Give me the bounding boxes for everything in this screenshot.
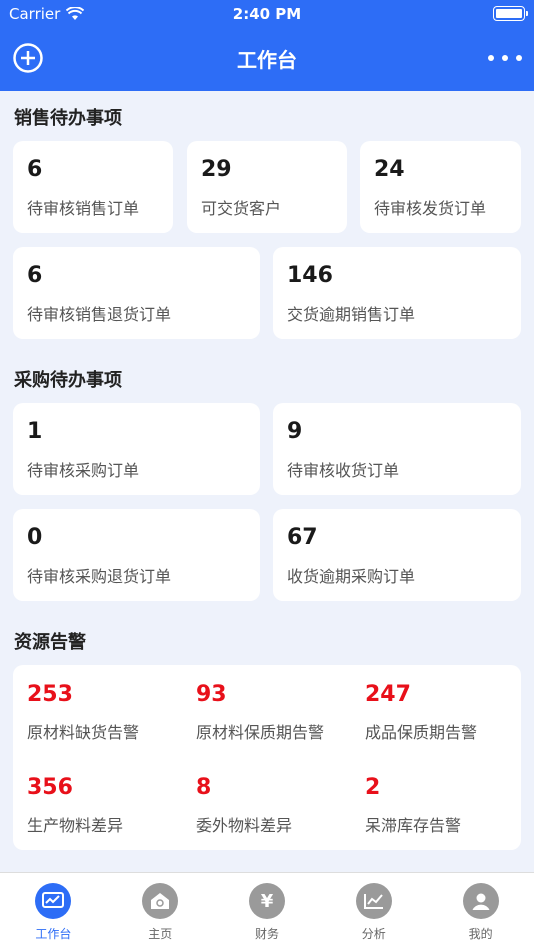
- dashboard-icon: [35, 883, 72, 919]
- alert-label: 原材料保质期告警: [196, 723, 325, 742]
- purchase-card-pending-receipts[interactable]: 9 待审核收货订单: [273, 403, 521, 495]
- card-value: 1: [27, 419, 43, 444]
- alert-stagnant-inventory[interactable]: 2 呆滞库存告警: [365, 775, 530, 836]
- alert-outsourced-material-variance[interactable]: 8 委外物料差异: [196, 775, 361, 836]
- tab-workbench[interactable]: 工作台: [0, 873, 107, 950]
- page-title: 工作台: [237, 48, 297, 72]
- header-bar: Carrier 2:40 PM 工作台: [0, 0, 534, 91]
- card-value: 67: [287, 525, 318, 550]
- tab-finance[interactable]: ¥ 财务: [214, 873, 321, 950]
- status-time: 2:40 PM: [232, 5, 302, 23]
- tab-profile[interactable]: 我的: [427, 873, 534, 950]
- more-icon[interactable]: [488, 48, 522, 68]
- alert-label: 原材料缺货告警: [27, 723, 140, 742]
- sales-section-title: 销售待办事项: [14, 108, 122, 129]
- alerts-section-title: 资源告警: [14, 632, 86, 653]
- alert-finished-goods-expiry[interactable]: 247 成品保质期告警: [365, 682, 530, 743]
- card-value: 9: [287, 419, 303, 444]
- card-value: 6: [27, 157, 43, 182]
- alert-raw-material-expiry[interactable]: 93 原材料保质期告警: [196, 682, 361, 743]
- purchase-card-pending-returns[interactable]: 0 待审核采购退货订单: [13, 509, 260, 601]
- chart-icon: [355, 883, 392, 919]
- purchase-section-title: 采购待办事项: [14, 370, 122, 391]
- alerts-panel: 253 原材料缺货告警 93 原材料保质期告警 247 成品保质期告警 356 …: [13, 665, 521, 850]
- alert-value: 356: [27, 775, 73, 800]
- tab-label: 工作台: [35, 927, 72, 941]
- tab-bar: 工作台 主页 ¥ 财务 分析 我的: [0, 872, 534, 950]
- alert-label: 成品保质期告警: [365, 723, 478, 742]
- tab-label: 财务: [254, 927, 279, 941]
- card-value: 24: [374, 157, 405, 182]
- card-label: 待审核销售订单: [27, 199, 140, 218]
- user-icon: [462, 883, 499, 919]
- yen-icon: ¥: [248, 883, 285, 919]
- sales-card-pending-shipments[interactable]: 24 待审核发货订单: [360, 141, 521, 233]
- purchase-card-pending-orders[interactable]: 1 待审核采购订单: [13, 403, 260, 495]
- battery-icon: [493, 6, 528, 21]
- sales-card-pending-sales-orders[interactable]: 6 待审核销售订单: [13, 141, 173, 233]
- alert-value: 247: [365, 682, 411, 707]
- sales-card-deliverable-customers[interactable]: 29 可交货客户: [187, 141, 347, 233]
- alert-label: 生产物料差异: [27, 816, 124, 835]
- home-icon: [142, 883, 179, 919]
- alert-value: 2: [365, 775, 381, 800]
- card-value: 6: [27, 263, 43, 288]
- tab-analysis[interactable]: 分析: [320, 873, 427, 950]
- card-label: 收货逾期采购订单: [287, 567, 416, 586]
- card-label: 待审核采购退货订单: [27, 567, 172, 586]
- tab-label: 分析: [361, 927, 386, 941]
- tab-label: 我的: [468, 927, 493, 941]
- card-label: 交货逾期销售订单: [287, 305, 416, 324]
- alert-value: 253: [27, 682, 73, 707]
- sales-card-pending-returns[interactable]: 6 待审核销售退货订单: [13, 247, 260, 339]
- card-label: 可交货客户: [201, 199, 282, 218]
- alert-raw-material-shortage[interactable]: 253 原材料缺货告警: [27, 682, 192, 743]
- card-value: 146: [287, 263, 333, 288]
- card-label: 待审核销售退货订单: [27, 305, 172, 324]
- alert-label: 委外物料差异: [196, 816, 293, 835]
- alert-label: 呆滞库存告警: [365, 816, 462, 835]
- tab-label: 主页: [148, 927, 173, 941]
- card-label: 待审核收货订单: [287, 461, 400, 480]
- purchase-card-overdue-receipts[interactable]: 67 收货逾期采购订单: [273, 509, 521, 601]
- alert-value: 8: [196, 775, 212, 800]
- sales-card-overdue-orders[interactable]: 146 交货逾期销售订单: [273, 247, 521, 339]
- card-label: 待审核采购订单: [27, 461, 140, 480]
- alert-value: 93: [196, 682, 227, 707]
- card-value: 0: [27, 525, 43, 550]
- card-value: 29: [201, 157, 232, 182]
- status-bar: Carrier 2:40 PM: [0, 0, 534, 28]
- card-label: 待审核发货订单: [374, 199, 487, 218]
- alert-production-material-variance[interactable]: 356 生产物料差异: [27, 775, 192, 836]
- tab-home[interactable]: 主页: [107, 873, 214, 950]
